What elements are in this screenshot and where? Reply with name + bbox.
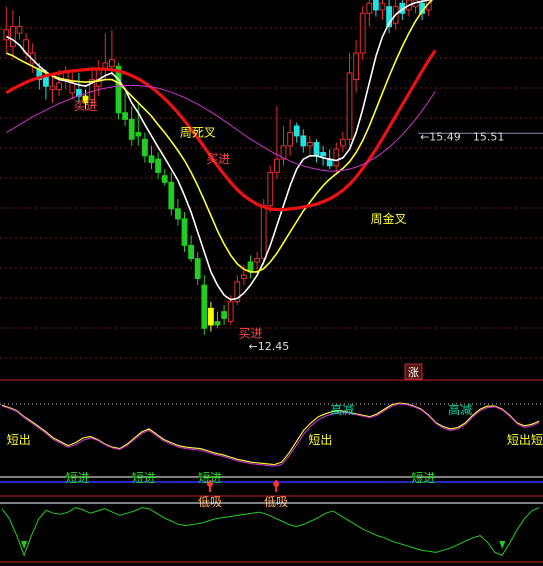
candle-body [359,12,366,54]
candle-body [274,158,280,173]
candle-body [168,181,175,210]
price-label: 15.51 [473,130,505,143]
candle-body [128,118,135,140]
candle-body [181,218,188,246]
candle-body [300,135,307,147]
osc-signal-label: 短进 [411,471,435,485]
signal-label: 周死叉 [180,126,216,140]
candle-body [109,59,115,67]
candle-body [313,142,320,157]
osc-signal-label: 短出 [7,433,31,447]
candle-body [56,82,63,91]
candle-body [254,258,260,263]
osc-signal-label: 短出短出 [507,433,543,447]
signal-label: 买进 [239,327,263,341]
candle-body [3,29,10,41]
candle-body [148,155,155,163]
candle-body [16,26,23,34]
candle-body [366,2,373,14]
candle-body [115,65,122,114]
candle-body [69,82,76,94]
candle-body [142,138,148,157]
candle-body [241,274,247,280]
osc-signal-label: 短进 [66,471,90,485]
candle-body [194,258,201,280]
candle-body [201,284,208,329]
signal-label: 买进 [74,99,98,113]
candle-body [267,171,274,207]
price-label: ←15.49 [420,130,461,143]
candle-body [155,158,161,173]
limit-up-badge: 涨 [408,366,419,379]
candle-body [307,142,313,147]
candle-body [208,307,214,326]
candle-body [373,0,379,11]
candle-body [320,152,327,157]
candle-body [122,112,128,120]
candle-body [227,301,234,323]
candle-body [340,138,346,147]
candle-body [161,175,168,183]
osc-signal-label: 短进 [132,471,156,485]
osc-signal-label: 短出 [308,433,332,447]
candle-body [221,311,227,319]
candle-body [353,52,360,81]
candle-body [188,244,194,260]
osc-signal-label: 低吸 [264,495,288,509]
candle-body [379,2,386,11]
candle-body [135,132,142,137]
candle-body [214,321,221,326]
stock-chart: 买进周死叉买进买进周金叉←12.45←15.49 15.51涨 短出短进 短进 短进短… [0,0,543,566]
candle-body [49,85,56,91]
candle-body [175,208,181,220]
osc-signal-label: 低吸 [198,495,222,509]
signal-label: 买进 [206,152,230,166]
candle-body [346,72,353,140]
candle-body [260,205,267,260]
signal-label: 周金叉 [371,211,407,226]
osc-signal-label: 高减 [330,402,354,417]
low-buy-dot [273,481,280,487]
candle-body [10,26,16,47]
price-label: ←12.45 [249,340,290,353]
candle-body [287,132,294,147]
candle-body [293,125,300,137]
osc-signal-label: 高减 [448,402,472,417]
candle-body [333,148,340,167]
osc-signal-label: 短进 [198,471,222,485]
